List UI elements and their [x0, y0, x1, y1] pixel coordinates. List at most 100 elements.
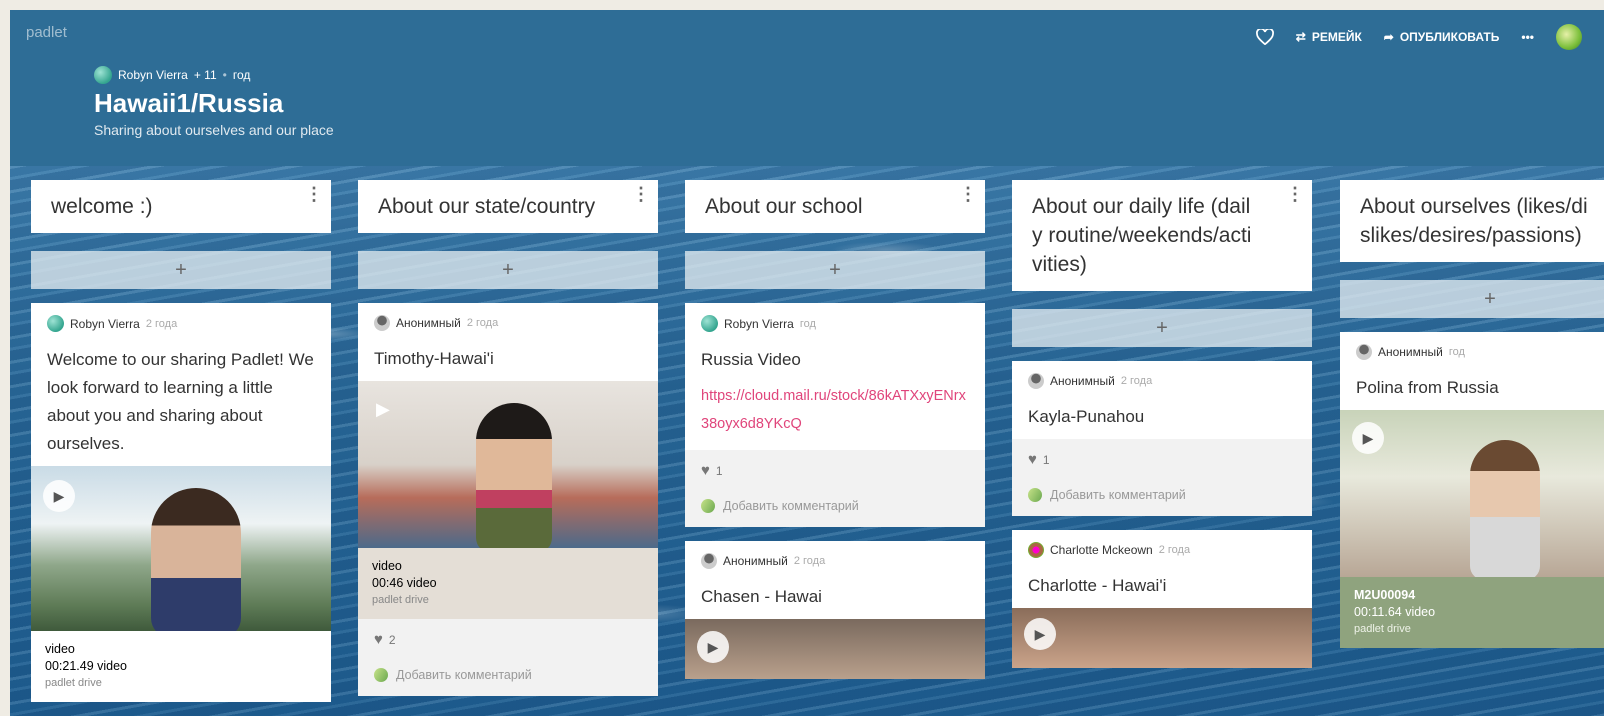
author-avatar — [1028, 542, 1044, 558]
post-card[interactable]: Анонимный 2 года Kayla-Punahou ♥ 1 Добав… — [1012, 361, 1312, 516]
column-daily-life: About our daily life (daily routine/week… — [1012, 180, 1312, 668]
play-icon[interactable]: ▶ — [376, 399, 390, 420]
play-icon[interactable]: ▶ — [1352, 422, 1384, 454]
remake-label: РЕМЕЙК — [1311, 30, 1362, 44]
column-header: About our school ⋮ — [685, 180, 985, 233]
top-toolbar: ⇄ РЕМЕЙК ➦ ОПУБЛИКОВАТЬ ••• — [1255, 24, 1582, 50]
post-author: Charlotte Mckeown — [1050, 543, 1153, 557]
author-avatar — [47, 315, 64, 332]
column-menu-icon[interactable]: ⋮ — [959, 185, 977, 203]
column-header: About ourselves (likes/dislikes/desires/… — [1340, 180, 1604, 262]
column-menu-icon[interactable]: ⋮ — [632, 185, 650, 203]
anonymous-avatar — [1028, 373, 1044, 389]
like-board-button[interactable] — [1255, 29, 1274, 45]
remake-button[interactable]: ⇄ РЕМЕЙК — [1296, 30, 1362, 44]
post-author: Анонимный — [396, 316, 461, 330]
add-post-button[interactable]: + — [358, 251, 658, 289]
post-header: Анонимный 2 года — [358, 303, 658, 331]
post-time: 2 года — [1158, 544, 1191, 556]
post-card[interactable]: Charlotte Mckeown 2 года Charlotte - Haw… — [1012, 530, 1312, 668]
separator-dot: • — [222, 68, 227, 82]
post-header: Robyn Vierra 2 года — [31, 303, 331, 332]
post-title: Chasen - Hawai — [701, 587, 822, 606]
board-author-line: Robyn Vierra + 11 • год — [94, 66, 250, 84]
padlet-board: padlet ⇄ РЕМЕЙК ➦ ОПУБЛИКОВАТЬ ••• Robyn… — [10, 10, 1604, 716]
column-menu-icon[interactable]: ⋮ — [305, 185, 323, 203]
column-header: About our state/country ⋮ — [358, 180, 658, 233]
author-avatar — [94, 66, 112, 84]
column-ourselves: About ourselves (likes/dislikes/desires/… — [1340, 180, 1604, 648]
post-time: 2 года — [466, 317, 499, 329]
add-post-button[interactable]: + — [1340, 280, 1604, 318]
post-card[interactable]: Анонимный 2 года Chasen - Hawai ▶ — [685, 541, 985, 679]
post-link[interactable]: https://cloud.mail.ru/stock/86kATXxyENrx… — [685, 382, 985, 450]
column-title: About ourselves (likes/dislikes/desires/… — [1360, 195, 1588, 247]
play-icon[interactable]: ▶ — [1024, 618, 1056, 650]
column-title: About our school — [705, 195, 863, 218]
person-image — [476, 403, 552, 548]
post-time: 2 года — [793, 555, 826, 567]
column-state-country: About our state/country ⋮ + Анонимный 2 … — [358, 180, 658, 696]
commenter-avatar — [1028, 488, 1042, 502]
post-time: год — [1448, 346, 1465, 358]
video-thumbnail[interactable]: ▶ — [1012, 608, 1312, 668]
post-card[interactable]: Robyn Vierra 2 года Welcome to our shari… — [31, 303, 331, 702]
post-author: Анонимный — [723, 554, 788, 568]
post-card[interactable]: Robyn Vierra год Russia Video https://cl… — [685, 303, 985, 527]
heart-icon[interactable]: ♥ — [1028, 451, 1037, 468]
remake-icon: ⇄ — [1295, 30, 1306, 44]
video-thumbnail[interactable]: ▶ — [358, 381, 658, 548]
like-row: ♥ 2 — [358, 619, 658, 660]
add-post-button[interactable]: + — [31, 251, 331, 289]
add-comment[interactable]: Добавить комментарий — [1012, 480, 1312, 516]
post-header: Charlotte Mckeown 2 года — [1012, 530, 1312, 558]
heart-outline-icon — [1255, 29, 1274, 45]
heart-icon[interactable]: ♥ — [374, 631, 383, 648]
author-avatar — [701, 315, 718, 332]
add-post-button[interactable]: + — [685, 251, 985, 289]
add-comment[interactable]: Добавить комментарий — [685, 491, 985, 527]
video-thumbnail[interactable]: ▶ — [685, 619, 985, 679]
media-type: video — [45, 642, 75, 656]
video-thumbnail[interactable]: ▶ — [31, 466, 331, 631]
person-image — [151, 488, 241, 631]
media-duration: 00:46 video — [372, 576, 437, 590]
column-title: About our state/country — [378, 195, 596, 218]
post-author: Анонимный — [1378, 345, 1443, 359]
video-thumbnail[interactable]: ▶ — [1340, 410, 1604, 577]
user-avatar[interactable] — [1556, 24, 1582, 50]
like-count: 1 — [1042, 452, 1050, 467]
media-source: padlet drive — [1354, 623, 1411, 635]
more-menu-button[interactable]: ••• — [1521, 30, 1534, 44]
padlet-logo[interactable]: padlet — [26, 24, 67, 41]
like-count: 1 — [715, 463, 723, 478]
play-icon[interactable]: ▶ — [697, 631, 729, 663]
media-type: M2U00094 — [1354, 588, 1416, 602]
column-menu-icon[interactable]: ⋮ — [1286, 185, 1304, 203]
column-title: About our daily life (daily routine/week… — [1032, 195, 1252, 276]
add-comment[interactable]: Добавить комментарий — [358, 660, 658, 696]
post-title: Welcome to our sharing Padlet! We look f… — [47, 350, 314, 453]
post-author: Robyn Vierra — [70, 316, 140, 331]
play-icon[interactable]: ▶ — [43, 480, 75, 512]
column-welcome: welcome :) ⋮ + Robyn Vierra 2 года Welco… — [31, 180, 331, 702]
add-post-button[interactable]: + — [1012, 309, 1312, 347]
commenter-avatar — [701, 499, 715, 513]
post-time: год — [799, 317, 816, 330]
media-source: padlet drive — [372, 594, 429, 606]
post-card[interactable]: Анонимный год Polina from Russia ▶ M2U00… — [1340, 332, 1604, 648]
board-author[interactable]: Robyn Vierra — [118, 68, 188, 82]
publish-label: ОПУБЛИКОВАТЬ — [1399, 30, 1500, 44]
post-card[interactable]: Анонимный 2 года Timothy-Hawai'i ▶ video… — [358, 303, 658, 696]
post-time: 2 года — [1120, 375, 1153, 387]
media-info: video 00:21.49 video padlet drive — [31, 631, 331, 702]
contributors-count[interactable]: + 11 — [194, 68, 217, 82]
post-title: Polina from Russia — [1356, 378, 1499, 397]
post-header: Анонимный год — [1340, 332, 1604, 360]
media-info: M2U00094 00:11.64 video padlet drive — [1340, 577, 1604, 648]
column-title: welcome :) — [51, 195, 153, 218]
publish-button[interactable]: ➦ ОПУБЛИКОВАТЬ — [1384, 30, 1500, 44]
post-title: Timothy-Hawai'i — [374, 349, 494, 368]
post-time: 2 года — [145, 317, 178, 330]
heart-icon[interactable]: ♥ — [701, 462, 710, 479]
